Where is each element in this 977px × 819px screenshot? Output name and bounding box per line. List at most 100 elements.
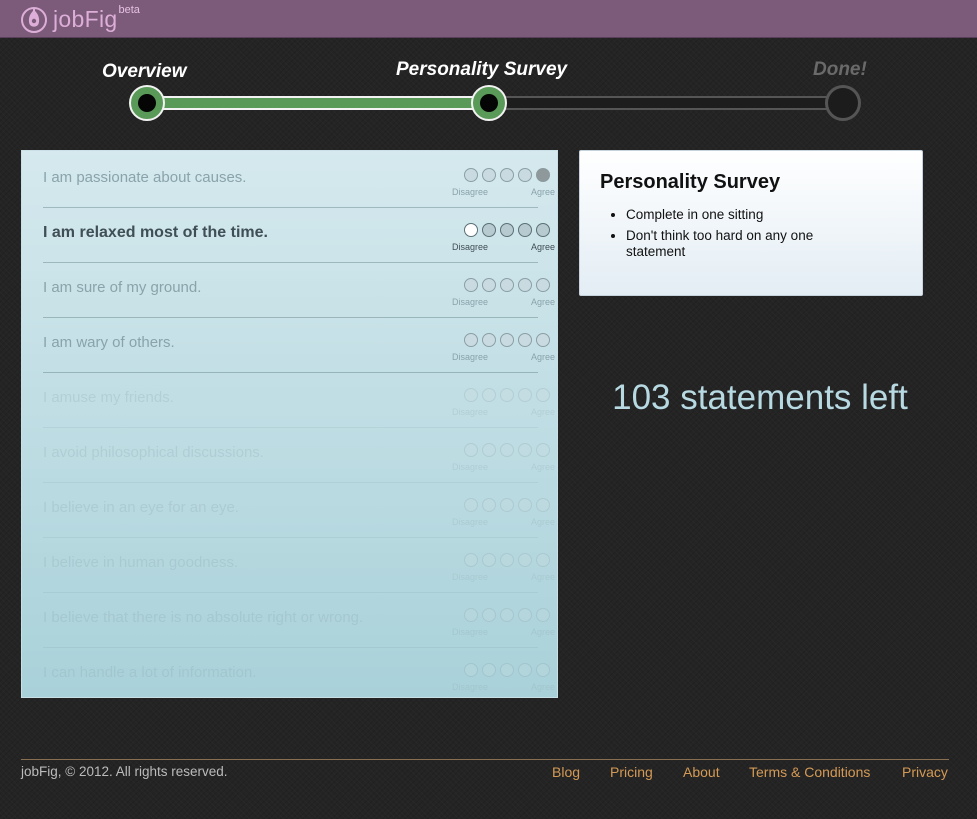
rating-option-1	[464, 608, 478, 622]
rating-option-3	[500, 553, 514, 567]
scale-label-agree: Agree	[531, 517, 556, 527]
rating-option-1	[464, 663, 478, 677]
survey-statement-row: I am relaxed most of the time. Disagree Ag…	[43, 207, 555, 263]
rating-option-4[interactable]	[518, 278, 532, 292]
info-bullet: Complete in one sitting	[626, 207, 876, 223]
agreement-scale: Disagree Agree	[449, 333, 555, 367]
step-label-survey: Personality Survey	[396, 59, 568, 80]
rating-option-4	[518, 443, 532, 457]
footer-link-terms[interactable]: Terms & Conditions	[749, 764, 870, 780]
rating-option-4	[518, 608, 532, 622]
survey-statement-row: I amuse my friends. Disagree Agree	[43, 372, 555, 428]
rating-option-1[interactable]	[464, 333, 478, 347]
survey-info-card: Personality Survey Complete in one sitti…	[579, 150, 923, 296]
rating-option-2[interactable]	[482, 333, 496, 347]
agreement-scale: Disagree Agree	[449, 498, 555, 532]
agreement-scale: Disagree Agree	[449, 223, 555, 257]
rating-option-4	[518, 663, 532, 677]
survey-statement-row: I believe that there is no absolute righ…	[43, 592, 555, 648]
rating-option-3[interactable]	[500, 223, 514, 237]
rating-option-5	[536, 608, 550, 622]
rating-option-1[interactable]	[464, 278, 478, 292]
agreement-scale: Disagree Agree	[449, 388, 555, 422]
agreement-scale: Disagree Agree	[449, 168, 555, 202]
step-node-done	[825, 85, 861, 121]
rating-option-4[interactable]	[518, 333, 532, 347]
rating-option-1	[464, 443, 478, 457]
progress-stepper: Overview Personality Survey Done!	[0, 0, 977, 130]
rating-option-2[interactable]	[482, 223, 496, 237]
statement-text: I believe that there is no absolute righ…	[43, 609, 364, 626]
rating-option-2	[482, 663, 496, 677]
agreement-scale: Disagree Agree	[449, 553, 555, 587]
footer-link-privacy[interactable]: Privacy	[902, 764, 948, 780]
scale-label-disagree: Disagree	[452, 242, 489, 252]
rating-option-4	[518, 553, 532, 567]
rating-option-2[interactable]	[482, 168, 496, 182]
rating-option-3	[500, 663, 514, 677]
survey-statement-row: I am wary of others. Disagree Agree	[43, 317, 555, 373]
rating-option-5	[536, 388, 550, 402]
rating-option-2	[482, 498, 496, 512]
footer-link-about[interactable]: About	[683, 764, 720, 780]
rating-option-5	[536, 498, 550, 512]
rating-option-4[interactable]	[518, 223, 532, 237]
rating-option-1	[464, 388, 478, 402]
survey-list: I am passionate about causes. Disagree Agr…	[21, 150, 558, 698]
rating-option-1[interactable]	[464, 223, 478, 237]
step-node-overview	[129, 85, 165, 121]
scale-label-disagree: Disagree	[452, 627, 489, 637]
rating-option-4	[518, 388, 532, 402]
survey-statement-row: I am passionate about causes. Disagree Agr…	[43, 152, 555, 208]
statement-text: I am wary of others.	[43, 334, 175, 351]
survey-statement-row: I believe in human goodness. Disagree Agre…	[43, 537, 555, 593]
scale-label-agree: Agree	[531, 297, 556, 307]
rating-option-1[interactable]	[464, 168, 478, 182]
statements-remaining: 103 statements left	[612, 378, 908, 417]
rating-option-5	[536, 553, 550, 567]
rating-option-5[interactable]	[536, 278, 550, 292]
step-label-done: Done!	[813, 59, 867, 80]
step-label-overview: Overview	[102, 61, 187, 82]
rating-option-3[interactable]	[500, 333, 514, 347]
scale-label-disagree: Disagree	[452, 407, 489, 417]
statement-text: I am passionate about causes.	[43, 169, 247, 186]
footer-link-blog[interactable]: Blog	[552, 764, 580, 780]
rating-option-2[interactable]	[482, 278, 496, 292]
rating-option-5	[536, 443, 550, 457]
progress-track-remaining	[488, 96, 844, 110]
rating-option-5[interactable]	[536, 223, 550, 237]
footer-link-pricing[interactable]: Pricing	[610, 764, 653, 780]
rating-option-4[interactable]	[518, 168, 532, 182]
info-bullet: Don't think too hard on any one statemen…	[626, 228, 876, 260]
rating-option-2	[482, 608, 496, 622]
scale-label-disagree: Disagree	[452, 462, 489, 472]
footer-divider	[21, 759, 949, 760]
statement-text: I avoid philosophical discussions.	[43, 444, 264, 461]
scale-label-agree: Agree	[531, 242, 556, 252]
rating-option-5[interactable]	[536, 168, 550, 182]
scale-label-agree: Agree	[531, 462, 556, 472]
rating-option-3	[500, 443, 514, 457]
rating-option-3[interactable]	[500, 278, 514, 292]
scale-label-agree: Agree	[531, 572, 556, 582]
scale-label-agree: Agree	[531, 187, 556, 197]
scale-label-disagree: Disagree	[452, 572, 489, 582]
scale-label-disagree: Disagree	[452, 297, 489, 307]
rating-option-3	[500, 498, 514, 512]
agreement-scale: Disagree Agree	[449, 663, 555, 697]
rating-option-1	[464, 498, 478, 512]
rating-option-3	[500, 388, 514, 402]
rating-option-5	[536, 663, 550, 677]
agreement-scale: Disagree Agree	[449, 608, 555, 642]
step-node-survey	[471, 85, 507, 121]
rating-option-3[interactable]	[500, 168, 514, 182]
survey-statement-row: I believe in an eye for an eye. Disagree A…	[43, 482, 555, 538]
rating-option-2	[482, 553, 496, 567]
rating-option-1	[464, 553, 478, 567]
statement-text: I amuse my friends.	[43, 389, 174, 406]
rating-option-5[interactable]	[536, 333, 550, 347]
scale-label-agree: Agree	[531, 407, 556, 417]
survey-statement-row: I avoid philosophical discussions. Disagr…	[43, 427, 555, 483]
rating-option-4	[518, 498, 532, 512]
